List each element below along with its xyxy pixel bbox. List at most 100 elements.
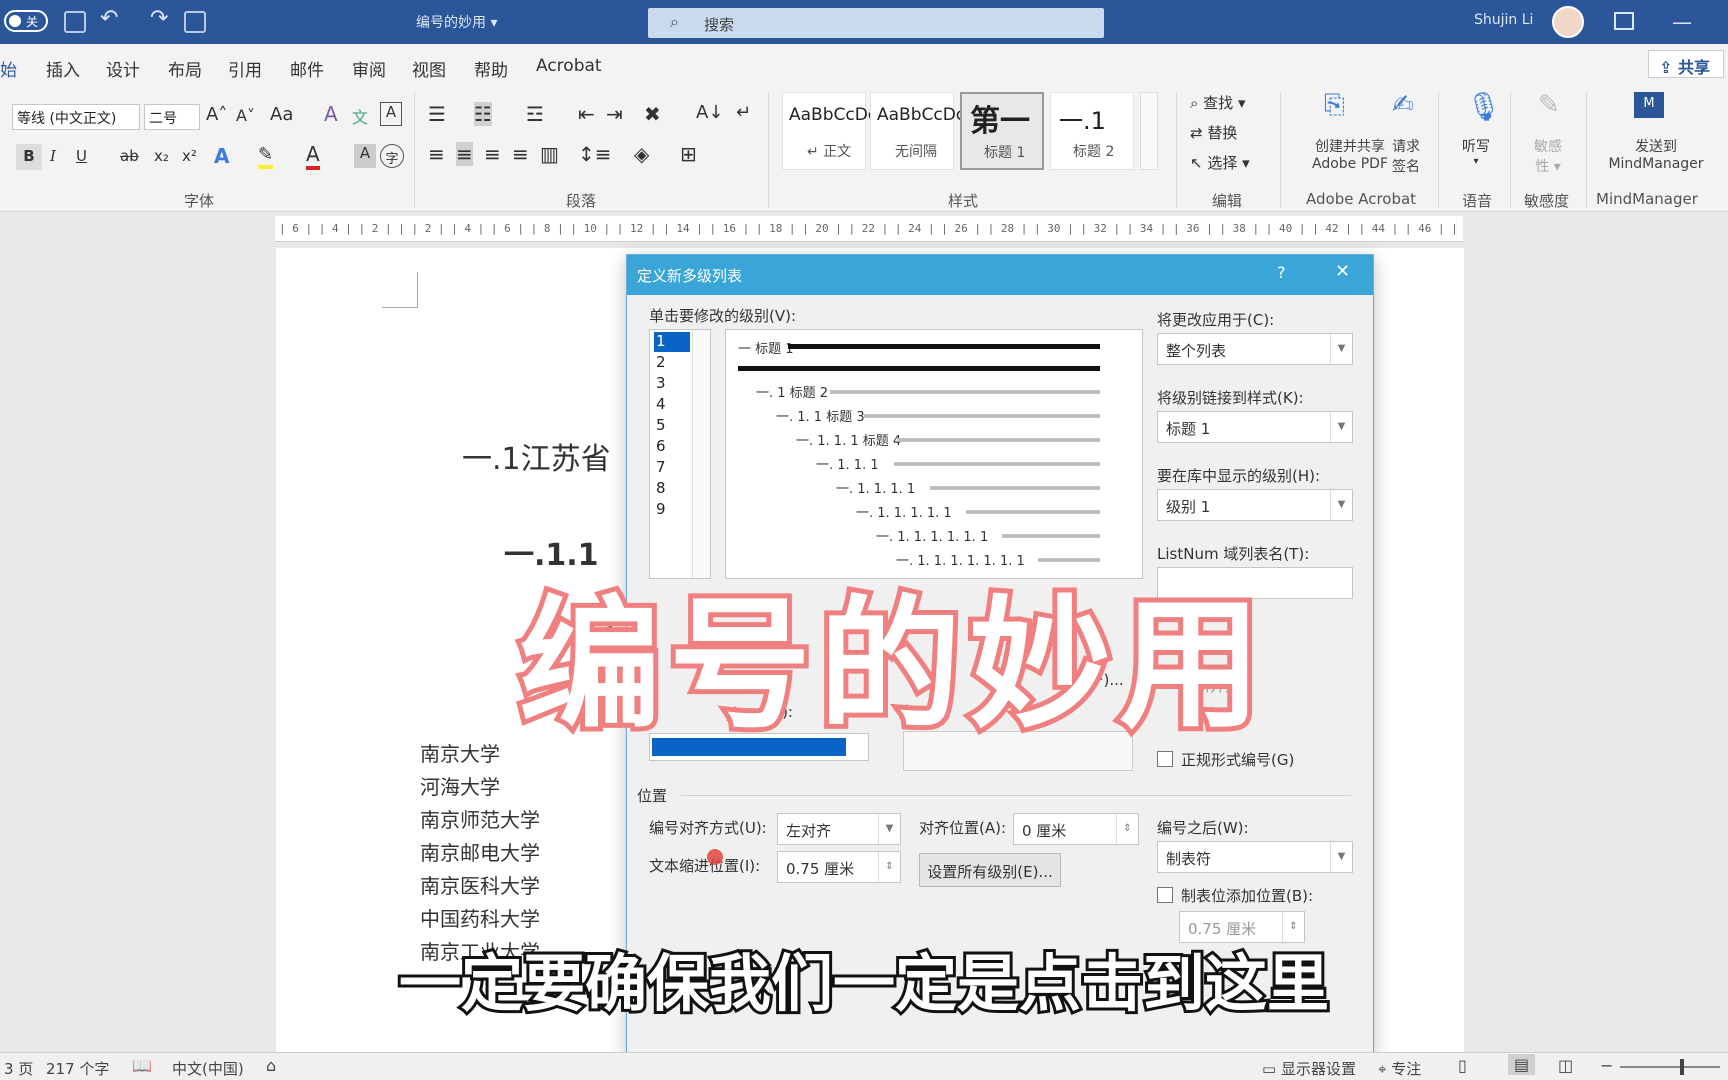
zoom-slider[interactable] <box>1620 1059 1720 1075</box>
line-spacing-icon[interactable]: ↕≡ <box>578 142 612 166</box>
multilevel-list-icon[interactable]: ☲ <box>526 102 544 126</box>
align-center-icon[interactable]: ≡ <box>456 142 473 166</box>
display-settings-button[interactable]: ▭ 显示器设置 <box>1262 1058 1356 1079</box>
proofing-icon[interactable]: 📖 <box>132 1056 152 1075</box>
level-item-7[interactable]: 7 <box>654 458 690 478</box>
indent-input[interactable]: 0.75 厘米 ⇕ <box>777 851 901 883</box>
bold-button[interactable]: B <box>16 144 42 170</box>
page-count[interactable]: 3 页 <box>4 1058 33 1079</box>
change-case-icon[interactable]: Aa <box>270 104 293 125</box>
read-mode-icon[interactable]: ▯ <box>1458 1056 1467 1075</box>
gallery-level-select[interactable]: 级别 1 ▼ <box>1157 489 1353 521</box>
tab-design[interactable]: 设计 <box>106 56 140 81</box>
tab-add-input[interactable]: 0.75 厘米 ⇕ <box>1179 911 1305 943</box>
decrease-indent-icon[interactable]: ⇤ <box>578 102 595 126</box>
highlight-icon[interactable]: ✎ <box>258 144 274 169</box>
share-button[interactable]: ⇪ 共享 <box>1648 50 1724 78</box>
search-box[interactable]: ⌕ 搜索 <box>648 8 1104 38</box>
tab-mailings[interactable]: 邮件 <box>290 56 324 81</box>
undo-icon[interactable]: ↶ <box>100 6 118 31</box>
strikethrough-button[interactable]: ab <box>120 147 139 165</box>
set-all-levels-button[interactable]: 设置所有级别(E)... <box>919 853 1061 887</box>
apply-to-select[interactable]: 整个列表 ▼ <box>1157 333 1353 365</box>
tab-references[interactable]: 引用 <box>228 56 262 81</box>
help-button[interactable]: ? <box>1277 263 1286 282</box>
request-sign-button[interactable]: 请求 签名 <box>1386 136 1426 176</box>
styles-scroll[interactable] <box>1140 92 1158 170</box>
level-item-6[interactable]: 6 <box>654 437 690 457</box>
show-marks-icon[interactable]: ↵ <box>736 102 751 123</box>
autosave-toggle[interactable]: 关 <box>4 10 48 32</box>
send-to-mindmanager-button[interactable]: 发送到 MindManager <box>1596 136 1716 172</box>
link-style-select[interactable]: 标题 1 ▼ <box>1157 411 1353 443</box>
level-item-1[interactable]: 1 <box>654 332 690 352</box>
tab-insert[interactable]: 插入 <box>46 56 80 81</box>
minimize-icon[interactable]: — <box>1672 10 1692 34</box>
font-color-icon[interactable]: A <box>306 142 320 170</box>
ribbon-display-icon[interactable] <box>1614 12 1634 30</box>
tab-review[interactable]: 审阅 <box>352 56 386 81</box>
bullets-icon[interactable]: ☰ <box>428 102 446 126</box>
select-button[interactable]: ↖ 选择 ▾ <box>1190 152 1250 173</box>
level-item-5[interactable]: 5 <box>654 416 690 436</box>
sensitivity-button[interactable]: 敏感性 ▾ <box>1534 136 1562 176</box>
increase-indent-icon[interactable]: ⇥ <box>606 102 623 126</box>
avatar[interactable] <box>1552 6 1584 38</box>
level-item-4[interactable]: 4 <box>654 395 690 415</box>
enclose-char-icon[interactable]: 字 <box>380 144 404 168</box>
char-shading-icon[interactable]: A <box>354 144 376 168</box>
italic-button[interactable]: I <box>50 147 56 165</box>
style-no-spacing[interactable]: AaBbCcDc 无间隔 <box>870 92 965 170</box>
level-item-8[interactable]: 8 <box>654 479 690 499</box>
tab-layout[interactable]: 布局 <box>168 56 202 81</box>
horizontal-ruler[interactable]: | 6 | | 4 | | 2 | | | 2 | | 4 | | 6 | | … <box>275 216 1463 242</box>
text-effects-icon[interactable]: A <box>214 144 229 168</box>
shading-icon[interactable]: ◈ <box>634 142 649 166</box>
align-right-icon[interactable]: ≡ <box>484 142 501 166</box>
align-left-icon[interactable]: ≡ <box>428 142 445 166</box>
phonetic-icon[interactable]: 文 <box>352 104 368 128</box>
user-name[interactable]: Shujin Li <box>1474 12 1533 28</box>
accessibility-icon[interactable]: ⌂ <box>266 1056 276 1075</box>
level-list[interactable]: 1 2 3 4 5 6 7 8 9 <box>649 329 711 579</box>
level-item-3[interactable]: 3 <box>654 374 690 394</box>
close-button[interactable]: ✕ <box>1335 261 1350 282</box>
redo-icon[interactable]: ↷ <box>150 6 168 31</box>
shrink-font-icon[interactable]: A˅ <box>236 106 255 125</box>
style-normal[interactable]: AaBbCcDc ↵ 正文 <box>782 92 877 170</box>
web-layout-icon[interactable]: ◫ <box>1558 1056 1573 1075</box>
print-preview-icon[interactable] <box>184 11 206 33</box>
level-item-9[interactable]: 9 <box>654 500 690 520</box>
tab-add-checkbox[interactable] <box>1157 887 1173 903</box>
language-indicator[interactable]: 中文(中国) <box>172 1058 244 1079</box>
font-size-select[interactable]: 二号 <box>144 104 200 130</box>
sort-icon[interactable]: A↓ <box>696 102 723 123</box>
chinese-layout-icon[interactable]: ✖ <box>644 102 661 126</box>
tab-view[interactable]: 视图 <box>412 56 446 81</box>
align-select[interactable]: 左对齐 ▼ <box>777 813 901 845</box>
borders-icon[interactable]: ⊞ <box>680 142 697 166</box>
distributed-icon[interactable]: ▥ <box>540 142 559 166</box>
follow-number-select[interactable]: 制表符 ▼ <box>1157 841 1353 873</box>
dictate-button[interactable]: 听写 ▾ <box>1462 136 1490 167</box>
print-layout-icon[interactable]: ▤ <box>1508 1054 1536 1075</box>
zoom-thumb[interactable] <box>1680 1059 1684 1075</box>
subscript-button[interactable]: x₂ <box>154 147 169 165</box>
superscript-button[interactable]: x² <box>182 147 197 165</box>
tab-help[interactable]: 帮助 <box>474 56 508 81</box>
underline-button[interactable]: U <box>76 147 87 165</box>
find-button[interactable]: ⌕ 查找 ▾ <box>1190 92 1246 113</box>
word-count[interactable]: 217 个字 <box>46 1058 109 1079</box>
clear-format-icon[interactable]: A <box>324 102 338 126</box>
level-item-2[interactable]: 2 <box>654 353 690 373</box>
style-heading2[interactable]: 一.1 标题 2 <box>1050 92 1134 170</box>
focus-button[interactable]: ⌖ 专注 <box>1378 1058 1421 1079</box>
style-heading1[interactable]: 第一 标题 1 <box>960 92 1044 170</box>
zoom-out-icon[interactable]: − <box>1600 1056 1613 1075</box>
level-scrollbar[interactable] <box>692 330 710 578</box>
save-icon[interactable] <box>64 11 86 33</box>
char-border-icon[interactable]: A <box>380 102 402 126</box>
replace-button[interactable]: ⇄ 替换 <box>1190 122 1237 143</box>
align-at-input[interactable]: 0 厘米 ⇕ <box>1013 813 1139 845</box>
numbering-icon[interactable]: ☷ <box>474 102 492 126</box>
